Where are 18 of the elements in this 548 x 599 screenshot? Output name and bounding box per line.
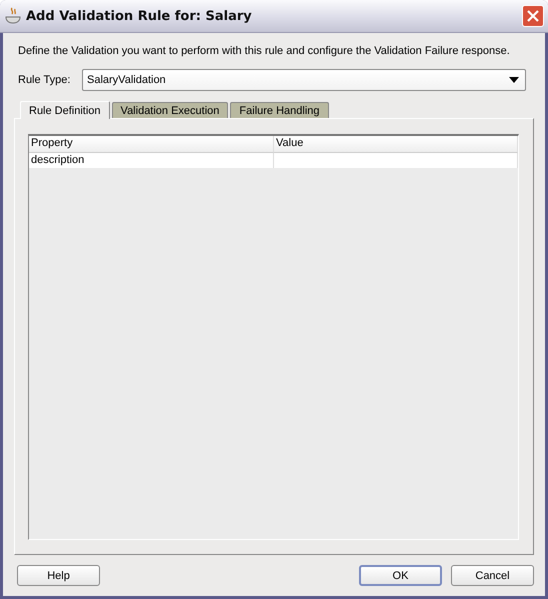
column-header[interactable]: Value	[274, 136, 518, 153]
coffee-cup-icon	[4, 7, 22, 25]
dropdown-arrow-icon	[509, 77, 519, 83]
tab[interactable]: Failure Handling	[230, 102, 329, 118]
rule-type-label: Rule Type:	[18, 74, 72, 86]
tab[interactable]: Validation Execution	[112, 102, 228, 118]
tab[interactable]: Rule Definition	[20, 101, 110, 119]
close-button[interactable]	[522, 5, 544, 27]
dialog-button[interactable]: Help	[17, 565, 100, 586]
column-header[interactable]: Property	[29, 136, 274, 153]
dialog-button[interactable]: Cancel	[451, 565, 534, 586]
table-cell[interactable]: description	[29, 153, 274, 168]
rule-type-dropdown[interactable]: SalaryValidation	[82, 69, 526, 91]
close-icon	[527, 10, 539, 22]
window-title: Add Validation Rule for: Salary	[26, 8, 253, 24]
intro-text: Define the Validation you want to perform with this rule and configure the Validation Failure response.	[18, 45, 511, 57]
dialog-button[interactable]: OK	[359, 565, 442, 586]
table-cell[interactable]	[274, 153, 518, 168]
